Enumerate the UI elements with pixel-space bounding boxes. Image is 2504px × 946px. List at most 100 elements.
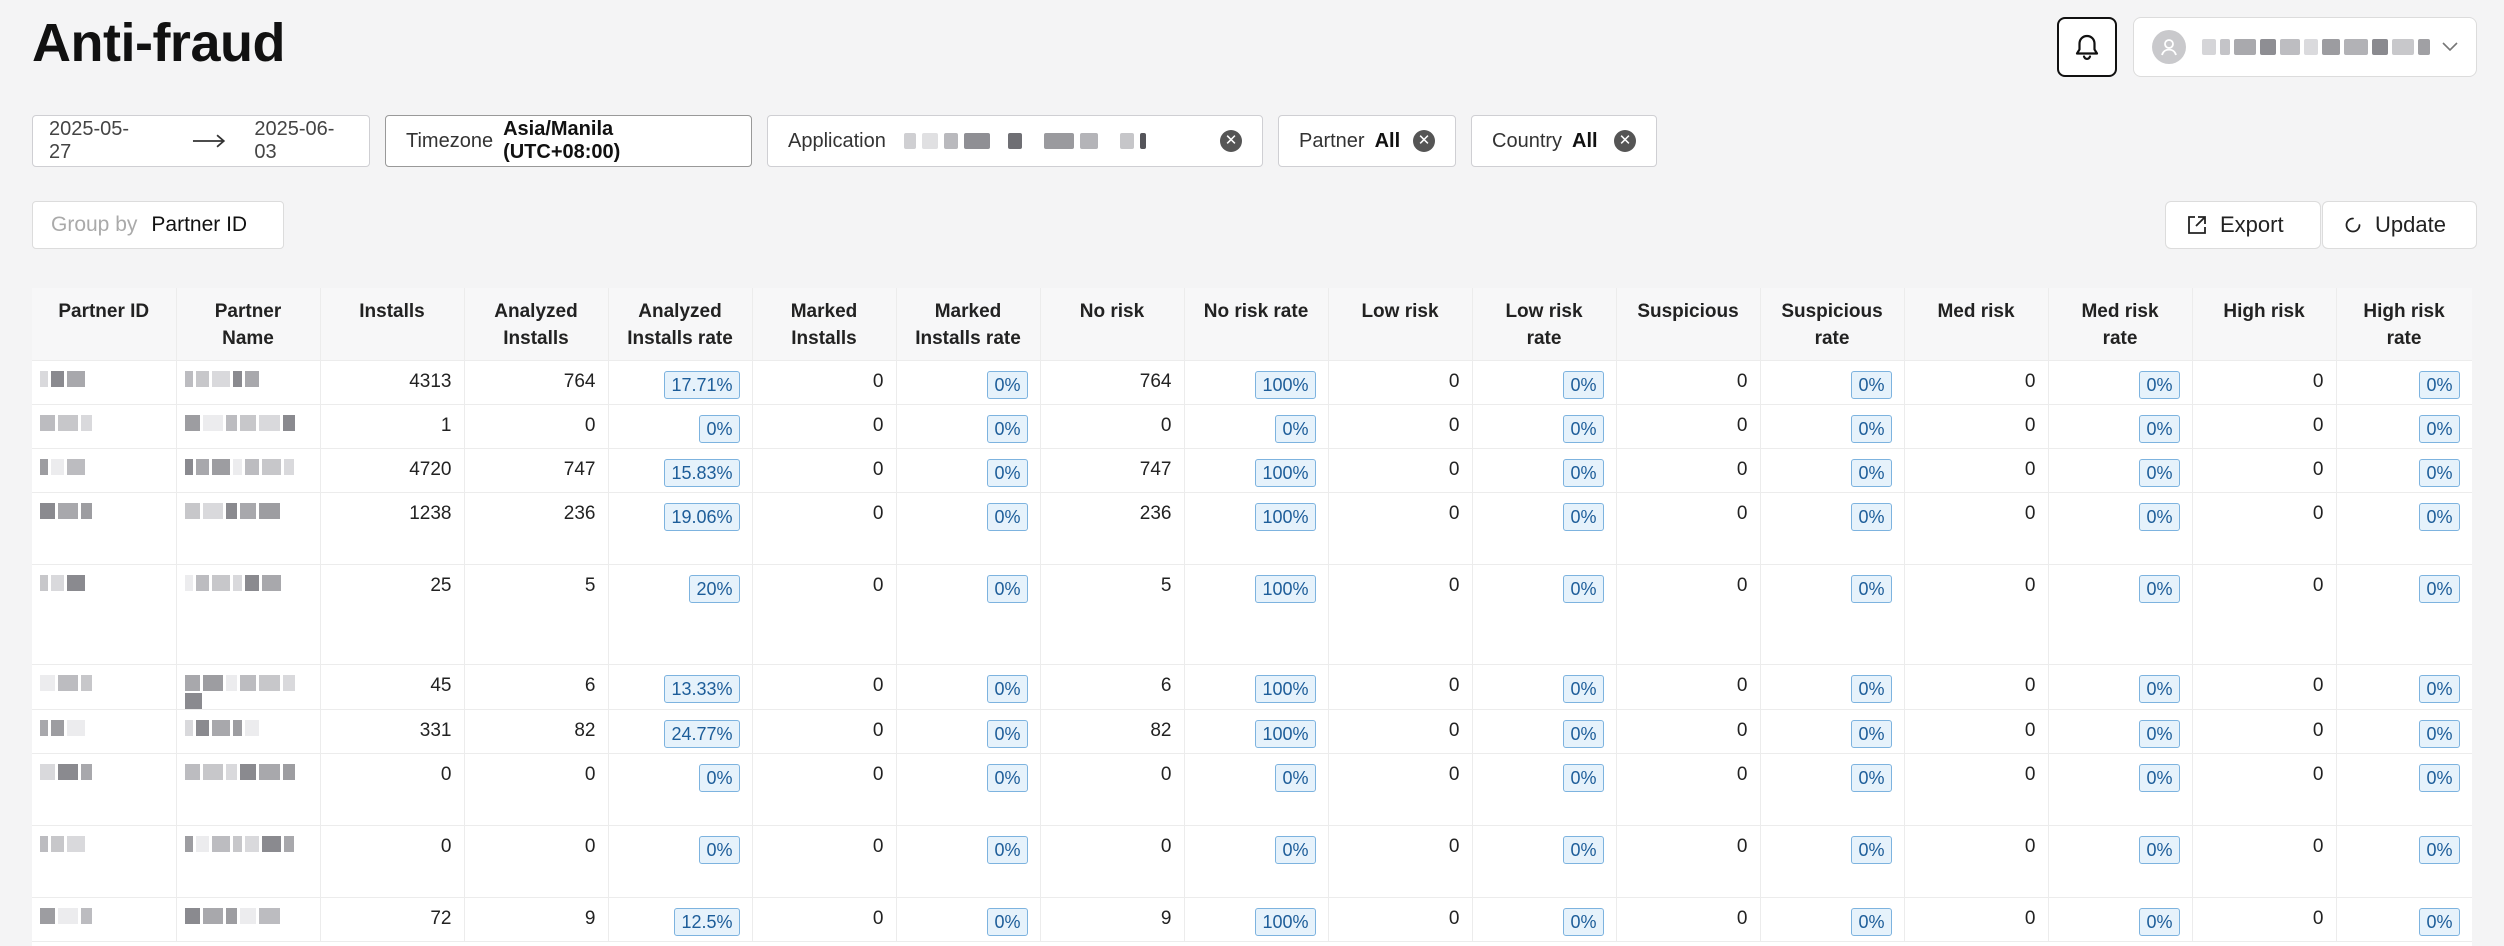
rate-badge: 0% [1563,415,1604,443]
med-rate-cell: 0% [2048,404,2193,449]
date-range-picker[interactable]: 2025-05-27 2025-06-03 [32,115,370,167]
redacted-pixels [40,575,164,591]
table-row[interactable]: 1 0 0% 0 0% 0 0% 0 0% 0 0% 0 0% 0 0% [32,404,2472,449]
column-header[interactable]: Low risk rate [1472,288,1617,361]
low-cell: 0 [1328,492,1473,565]
rate-badge: 0% [1851,720,1892,748]
column-header[interactable]: Low risk [1328,288,1473,361]
column-header[interactable]: Partner Name [176,288,321,361]
column-header[interactable]: Installs [320,288,465,361]
partner-id-cell-redacted [32,360,177,405]
redacted-pixel [184,575,193,591]
redacted-pixel [282,415,295,431]
timezone-value: Asia/Manila (UTC+08:00) [503,118,621,163]
low-cell: 0 [1328,664,1473,710]
no-risk-cell: 0 [1040,753,1185,826]
column-header[interactable]: No risk rate [1184,288,1329,361]
table-row[interactable]: 25 5 20% 0 0% 5 100% 0 0% 0 0% 0 0% 0 0% [32,564,2472,665]
rate-badge: 0% [2419,720,2460,748]
rate-badge: 0% [1851,908,1892,936]
med-cell: 0 [1904,360,2049,405]
low-cell: 0 [1328,709,1473,754]
med-rate-cell: 0% [2048,664,2193,710]
column-header[interactable]: No risk [1040,288,1185,361]
column-header[interactable]: High risk [2192,288,2337,361]
chevron-down-icon [2442,42,2458,52]
column-header[interactable]: Med risk [1904,288,2049,361]
column-header[interactable]: Marked Installs rate [896,288,1041,361]
table-row[interactable]: 4313 764 17.71% 0 0% 764 100% 0 0% 0 0% 0 0% 0 0% [32,360,2472,405]
group-by-select[interactable]: Group by Partner ID [32,201,284,249]
date-to[interactable]: 2025-06-03 [254,118,353,164]
redacted-pixel [58,908,78,924]
column-header[interactable]: Analyzed Installs rate [608,288,753,361]
date-from[interactable]: 2025-05-27 [49,118,148,164]
rate-badge: 0% [2139,908,2180,936]
no-risk-cell: 5 [1040,564,1185,665]
marked-cell: 0 [752,709,897,754]
bell-icon [2075,34,2099,61]
redacted-pixel [58,764,78,780]
high-cell: 0 [2192,404,2337,449]
susp-rate-cell: 0% [1760,360,1905,405]
application-filter[interactable]: Application ✕ [767,115,1263,167]
update-label: Update [2375,212,2446,237]
rate-badge: 100% [1255,908,1316,936]
rate-badge: 0% [1563,764,1604,792]
clear-partner-icon[interactable]: ✕ [1413,130,1435,152]
clear-application-icon[interactable]: ✕ [1220,130,1242,152]
rate-badge: 0% [987,459,1028,487]
med-rate-cell: 0% [2048,448,2193,493]
update-button[interactable]: Update [2322,201,2477,249]
timezone-filter[interactable]: Timezone Asia/Manila (UTC+08:00) [385,115,752,167]
susp-cell: 0 [1616,897,1761,942]
redacted-pixel [283,836,294,852]
column-header[interactable]: Analyzed Installs [464,288,609,361]
table-row[interactable]: 1238 236 19.06% 0 0% 236 100% 0 0% 0 0% 0 0% 0 0% [32,492,2472,565]
redacted-pixel [195,836,209,852]
column-header[interactable]: Partner ID [32,288,177,361]
redacted-pixel [202,675,223,691]
clear-country-icon[interactable]: ✕ [1614,130,1636,152]
med-cell: 0 [1904,664,2049,710]
low-rate-cell: 0% [1472,564,1617,665]
table-row[interactable]: 72 9 12.5% 0 0% 9 100% 0 0% 0 0% 0 0% 0 0% [32,897,2472,942]
rate-badge: 0% [1275,764,1316,792]
marked-rate-cell: 0% [896,709,1041,754]
med-rate-cell: 0% [2048,564,2193,665]
table-row[interactable]: 331 82 24.77% 0 0% 82 100% 0 0% 0 0% 0 0% 0 0% [32,709,2472,754]
analyzed-cell: 82 [464,709,609,754]
rate-badge: 0% [987,371,1028,399]
no-risk-rate-cell: 0% [1184,753,1329,826]
marked-cell: 0 [752,564,897,665]
analyzed-cell: 6 [464,664,609,710]
table-row[interactable]: 45 6 13.33% 0 0% 6 100% 0 0% 0 0% 0 0% 0 0% [32,664,2472,710]
redacted-pixel [195,459,209,475]
column-header[interactable]: High risk rate [2336,288,2472,361]
column-header[interactable]: Marked Installs [752,288,897,361]
high-rate-cell: 0% [2336,564,2472,665]
redacted-pixel [51,575,64,591]
partner-filter[interactable]: Partner All ✕ [1278,115,1456,167]
rate-badge: 0% [2139,371,2180,399]
notifications-button[interactable] [2057,17,2117,77]
redacted-pixels [184,908,308,924]
redacted-pixel [58,415,78,431]
marked-rate-cell: 0% [896,897,1041,942]
low-cell: 0 [1328,448,1473,493]
rate-badge: 0% [2419,575,2460,603]
user-menu-button[interactable] [2133,17,2477,77]
column-header[interactable]: Med risk rate [2048,288,2193,361]
redacted-pixel [211,836,230,852]
column-header[interactable]: Suspicious [1616,288,1761,361]
redacted-pixel [211,720,230,736]
low-rate-cell: 0% [1472,825,1617,898]
export-button[interactable]: Export [2165,201,2321,249]
rate-badge: 0% [699,764,740,792]
table-row[interactable]: 0 0 0% 0 0% 0 0% 0 0% 0 0% 0 0% 0 0% [32,825,2472,898]
table-row[interactable]: 4720 747 15.83% 0 0% 747 100% 0 0% 0 0% 0 0% 0 0% [32,448,2472,493]
installs-cell: 0 [320,753,465,826]
country-filter[interactable]: Country All ✕ [1471,115,1657,167]
column-header[interactable]: Suspicious rate [1760,288,1905,361]
table-row[interactable]: 0 0 0% 0 0% 0 0% 0 0% 0 0% 0 0% 0 0% [32,753,2472,826]
